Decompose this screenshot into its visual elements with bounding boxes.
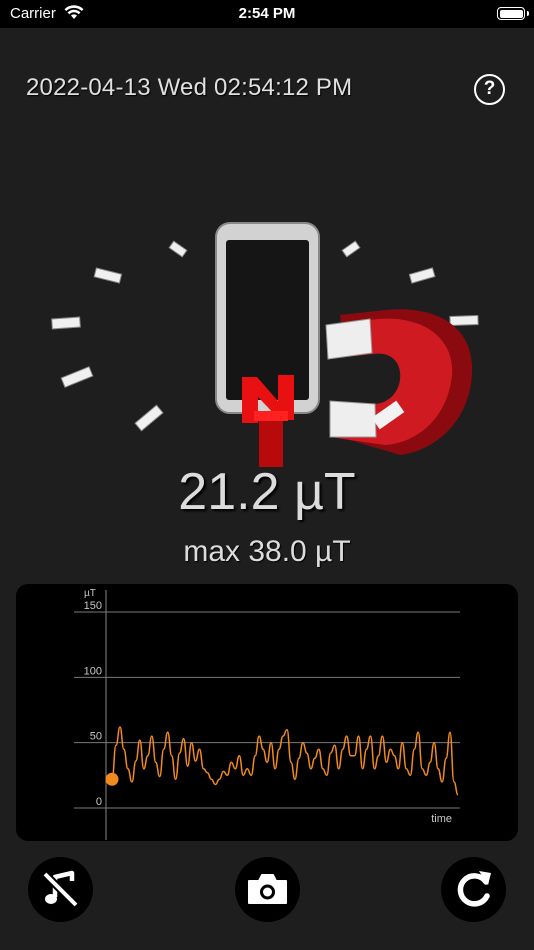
x-axis-label: time [431, 813, 452, 825]
phone-magnet-icon [51, 222, 479, 467]
current-value-marker [105, 772, 119, 786]
y-tick-label: 150 [84, 600, 102, 612]
chart-svg: 150 100 50 0 µT time [74, 588, 460, 840]
current-datetime: 2022-04-13 Wed 02:54:12 PM [26, 74, 353, 101]
help-button[interactable]: ? [474, 74, 505, 105]
max-field-reading: max 38.0 µT [183, 535, 351, 568]
reset-button[interactable] [441, 857, 506, 922]
status-bar: Carrier 2:54 PM [0, 0, 534, 28]
y-tick-label: 100 [84, 665, 102, 677]
y-axis-label: µT [84, 588, 96, 599]
capture-button[interactable] [235, 857, 300, 922]
y-tick-label: 50 [90, 731, 102, 743]
sound-toggle-button[interactable] [28, 857, 93, 922]
refresh-icon [457, 871, 491, 907]
magnet-icon [325, 309, 473, 455]
battery-icon [497, 7, 529, 20]
y-tick-label: 0 [96, 796, 102, 808]
status-time: 2:54 PM [238, 5, 296, 22]
phone-icon [215, 222, 320, 414]
muted-music-icon [42, 870, 79, 908]
series-line [111, 726, 459, 796]
field-history-chart: 150 100 50 0 µT time [16, 584, 518, 841]
camera-icon [248, 874, 287, 904]
current-field-reading: 21.2 µT [178, 463, 356, 521]
